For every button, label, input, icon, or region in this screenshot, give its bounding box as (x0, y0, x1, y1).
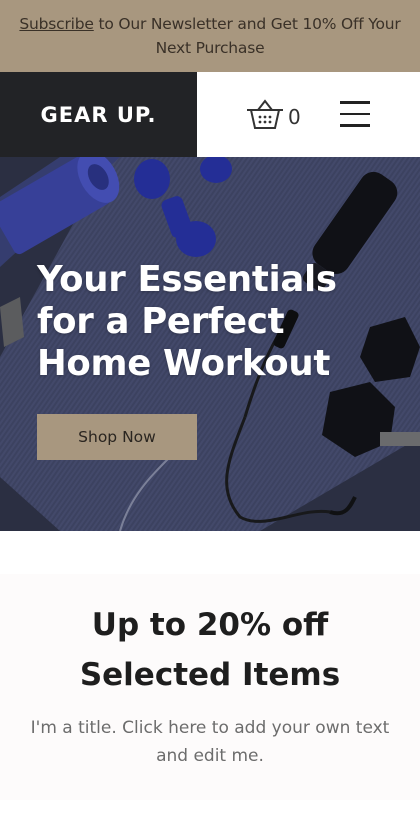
promo-title-line: Up to 20% off (91, 607, 329, 643)
section-spacer (0, 531, 420, 574)
hero-title: Your Essentials for a Perfect Home Worko… (37, 259, 397, 385)
header-actions: 0 (197, 72, 420, 157)
promo-text: I'm a title. Click here to add your own … (30, 718, 390, 766)
hero-title-line: Your Essentials (37, 259, 337, 300)
basket-icon (247, 99, 283, 129)
announcement-text: to Our Newsletter and Get 10% Off Your N… (93, 15, 401, 57)
hero-title-line: for a Perfect (37, 301, 285, 342)
page-bottom (0, 800, 420, 840)
brand-logo[interactable]: GEAR UP. (0, 72, 197, 157)
cart-button[interactable]: 0 (245, 98, 301, 132)
promo-section: Up to 20% off Selected Items I'm a title… (0, 574, 420, 800)
cart-count: 0 (288, 105, 301, 129)
menu-icon[interactable] (340, 100, 370, 128)
shop-now-button[interactable]: Shop Now (37, 414, 197, 460)
hero-title-line: Home Workout (37, 343, 331, 384)
promo-title: Up to 20% off Selected Items (0, 574, 420, 700)
site-header: GEAR UP. 0 (0, 72, 420, 157)
hero-banner: Your Essentials for a Perfect Home Worko… (0, 157, 420, 531)
announcement-bar: Subscribe to Our Newsletter and Get 10% … (0, 0, 420, 72)
promo-title-line: Selected Items (79, 657, 341, 693)
subscribe-link[interactable]: Subscribe (19, 15, 94, 33)
